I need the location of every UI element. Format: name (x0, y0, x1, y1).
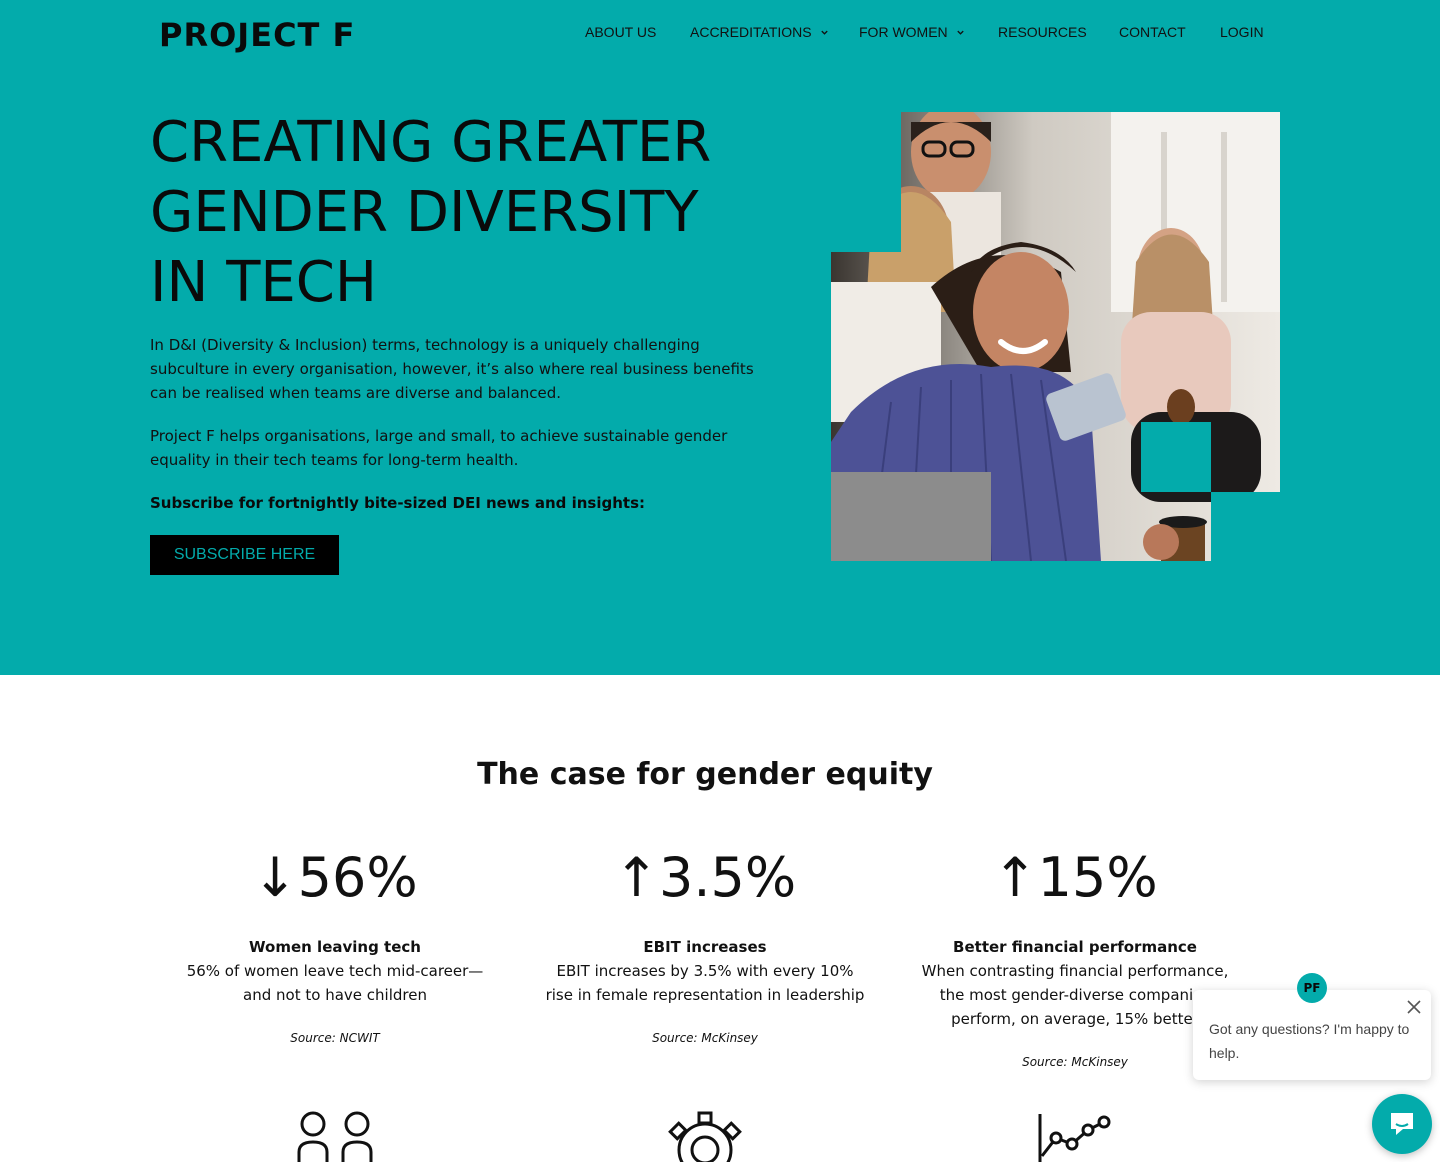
subscribe-prompt: Subscribe for fortnightly bite-sized DEI… (150, 494, 646, 512)
stat-value: 15% (1037, 846, 1158, 909)
chevron-down-icon (820, 30, 828, 35)
stat-description: 56% of women leave tech mid-career—and n… (186, 962, 484, 1004)
down-arrow-icon: ↓ (252, 846, 298, 909)
nav-label: ACCREDITATIONS (690, 24, 812, 40)
people-icon (297, 1111, 373, 1162)
hero-title-line: CREATING GREATER (150, 110, 712, 175)
chat-bubble-icon (1391, 1113, 1413, 1135)
stat-description: EBIT increases by 3.5% with every 10% ri… (545, 962, 865, 1004)
stat-label: Women leaving tech (249, 938, 421, 956)
hero-intro-paragraph: In D&I (Diversity & Inclusion) terms, te… (150, 336, 754, 402)
chat-launcher-button[interactable] (1372, 1094, 1432, 1154)
stat-card-ebit: ↑3.5% EBIT increases EBIT increases by 3… (520, 845, 890, 1045)
stat-figure: ↑15% (890, 845, 1260, 911)
chevron-down-icon (956, 30, 964, 35)
stat-source: Source: NCWIT (290, 1031, 380, 1045)
nav-label: FOR WOMEN (859, 24, 948, 40)
stat-figure: ↑3.5% (520, 845, 890, 911)
nav-for-women[interactable]: FOR WOMEN (859, 24, 965, 40)
line-chart-icon (1038, 1114, 1111, 1162)
hero-team-photo (831, 112, 1280, 561)
nav-label: ABOUT US (585, 24, 657, 40)
stat-value: 3.5% (659, 846, 797, 909)
nav-accreditations[interactable]: ACCREDITATIONS (690, 24, 829, 40)
hero-mission-paragraph: Project F helps organisations, large and… (150, 427, 728, 469)
stat-label: Better financial performance (953, 938, 1197, 956)
nav-about-us[interactable]: ABOUT US (585, 24, 656, 40)
gear-icon (668, 1111, 742, 1162)
nav-label: LOGIN (1220, 24, 1264, 40)
stat-figure: ↓56% (150, 845, 520, 911)
nav-contact[interactable]: CONTACT (1119, 24, 1186, 40)
nav-resources[interactable]: RESOURCES (998, 24, 1087, 40)
close-icon[interactable] (1405, 998, 1423, 1016)
nav-label: CONTACT (1119, 24, 1186, 40)
hero-title-line: GENDER DIVERSITY (150, 180, 699, 245)
chat-message: Got any questions? I'm happy to help. (1209, 1021, 1410, 1061)
stat-label: EBIT increases (643, 938, 767, 956)
stat-description: When contrasting financial performance, … (921, 962, 1229, 1028)
nav-login[interactable]: LOGIN (1220, 24, 1264, 40)
stat-value: 56% (297, 846, 418, 909)
hero-section: PROJECT F ABOUT US ACCREDITATIONS FOR WO… (0, 0, 1440, 675)
project-f-logo[interactable]: PROJECT F (159, 16, 355, 54)
up-arrow-icon: ↑ (613, 846, 660, 909)
subscribe-button[interactable]: SUBSCRIBE HERE (150, 535, 339, 575)
nav-label: RESOURCES (998, 24, 1087, 40)
hero-title: CREATING GREATER GENDER DIVERSITY IN TEC… (150, 108, 790, 318)
case-section-title: The case for gender equity (477, 757, 933, 792)
stat-source: Source: McKinsey (652, 1031, 758, 1045)
chat-avatar: PF (1297, 973, 1327, 1003)
hero-title-line: IN TECH (150, 250, 378, 315)
stat-card-women-leaving: ↓56% Women leaving tech 56% of women lea… (150, 845, 520, 1045)
up-arrow-icon: ↑ (992, 846, 1038, 909)
